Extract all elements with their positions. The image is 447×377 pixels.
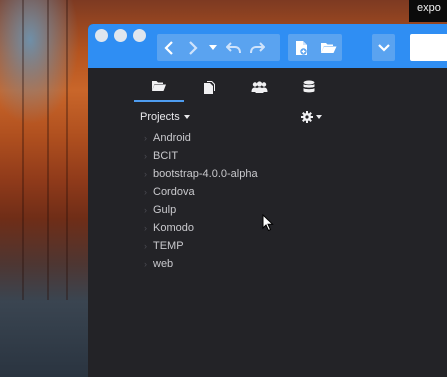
tooltip: expo [409, 0, 447, 22]
toolbar [88, 24, 447, 68]
settings-button[interactable] [301, 109, 322, 125]
list-item[interactable]: › Cordova [144, 183, 394, 201]
new-file-icon [296, 40, 307, 55]
list-item[interactable]: › web [144, 255, 394, 273]
tab-places[interactable] [134, 72, 184, 102]
mouse-cursor-icon [262, 214, 274, 232]
caret-down-icon [183, 115, 190, 119]
forward-button[interactable] [181, 34, 205, 61]
undo-icon [225, 41, 241, 53]
tab-users[interactable] [234, 72, 284, 102]
tab-files[interactable] [184, 72, 234, 102]
chevron-right-icon: › [144, 259, 147, 269]
new-file-button[interactable] [288, 34, 315, 61]
sidebar-tabs [134, 72, 334, 102]
window-maximize-button[interactable] [133, 29, 146, 42]
database-icon [303, 80, 315, 93]
chevron-left-icon [164, 40, 173, 55]
search-input[interactable] [410, 34, 447, 61]
menu-dropdown-button[interactable] [372, 34, 395, 61]
wallpaper-detail [22, 0, 24, 300]
back-button[interactable] [157, 34, 181, 61]
caret-down-icon [316, 115, 322, 119]
chevron-right-icon: › [144, 169, 147, 179]
open-folder-icon [321, 43, 337, 53]
projects-label: Projects [140, 111, 180, 123]
app-window: Projects › Android › BCIT › bootstrap-4.0.0… [88, 24, 447, 377]
chevron-right-icon: › [144, 241, 147, 251]
undo-button[interactable] [221, 34, 245, 61]
gear-icon [301, 111, 313, 123]
open-folder-button[interactable] [315, 34, 342, 61]
history-dropdown-button[interactable] [205, 34, 221, 61]
history-nav-group [157, 34, 280, 61]
folder-open-icon [152, 81, 166, 91]
chevron-right-icon: › [144, 187, 147, 197]
chevron-right-icon: › [144, 223, 147, 233]
chevron-right-icon: › [144, 151, 147, 161]
files-icon [203, 80, 215, 94]
project-list: › Android › BCIT › bootstrap-4.0.0-alpha › C… [144, 129, 394, 273]
wallpaper-detail [66, 0, 68, 300]
dropdown-caret-icon [209, 45, 217, 50]
list-item[interactable]: › bootstrap-4.0.0-alpha [144, 165, 394, 183]
chevron-right-icon: › [144, 205, 147, 215]
list-item[interactable]: › BCIT [144, 147, 394, 165]
chevron-right-icon [189, 40, 198, 55]
tab-database[interactable] [284, 72, 334, 102]
window-minimize-button[interactable] [114, 29, 127, 42]
list-item[interactable]: › TEMP [144, 237, 394, 255]
window-close-button[interactable] [95, 29, 108, 42]
file-actions-group [288, 34, 342, 61]
list-item[interactable]: › Android [144, 129, 394, 147]
users-icon [251, 81, 267, 93]
projects-dropdown[interactable]: Projects [140, 110, 190, 124]
chevron-right-icon: › [144, 133, 147, 143]
chevron-down-icon [377, 43, 390, 52]
wallpaper-detail [47, 0, 49, 300]
redo-button[interactable] [245, 34, 269, 61]
redo-icon [249, 41, 265, 53]
